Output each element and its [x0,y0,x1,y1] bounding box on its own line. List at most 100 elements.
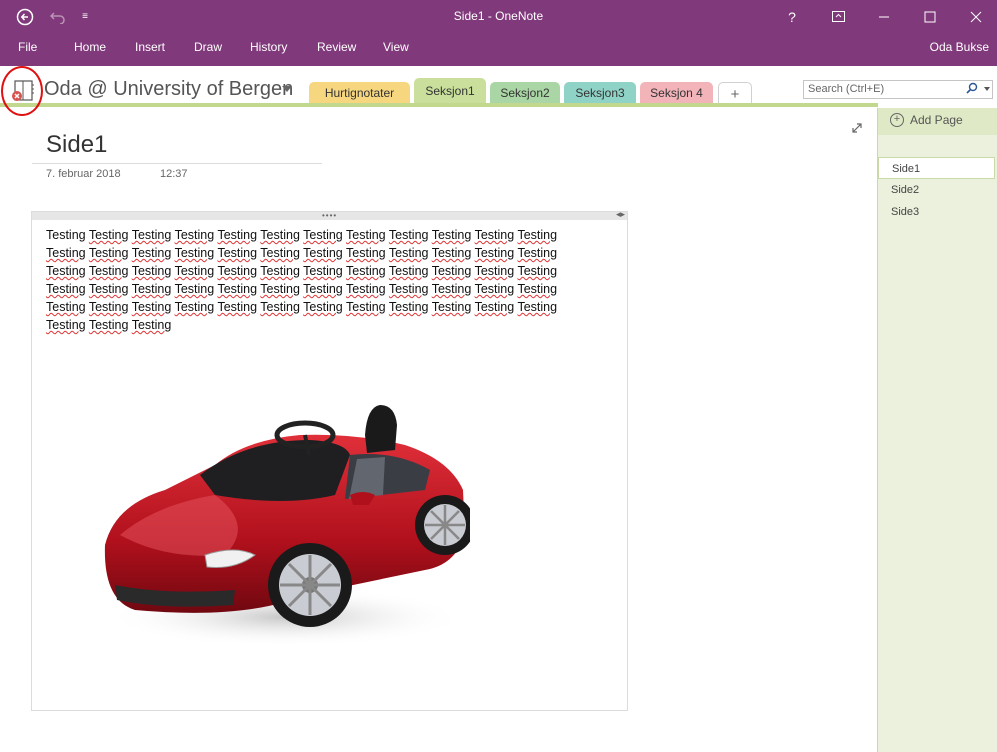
note-word: Testing [217,246,258,260]
note-word: Testing [131,300,172,314]
note-word: Testing [88,300,129,314]
note-word: Testing [431,300,472,314]
maximize-icon[interactable] [910,0,950,33]
note-word: Testing [88,264,129,278]
note-word: Testing [431,264,472,278]
note-word: Testing [46,300,86,314]
close-icon[interactable] [956,0,996,33]
tab-home[interactable]: Home [74,40,106,54]
tab-draw[interactable]: Draw [194,40,222,54]
search-input[interactable]: Search (Ctrl+E) [803,80,993,99]
note-word: Testing [303,246,343,260]
note-word: Testing [474,264,515,278]
tab-seksjon2[interactable]: Seksjon2 [490,82,560,104]
note-word: Testing [346,300,386,314]
note-word: Testing [517,300,558,314]
expand-icon[interactable] [851,122,863,134]
car-image [104,405,470,647]
note-word: Testing [88,246,129,260]
note-word: Testing [303,228,343,242]
page-list-pane: + Add Page Side1 Side2 Side3 [877,108,997,752]
add-page-label: Add Page [910,113,963,127]
title-bar: ≡ Side1 - OneNote ? [0,0,997,33]
page-time: 12:37 [160,168,188,180]
note-word: Testing [474,300,515,314]
note-word: Testing [260,264,300,278]
note-word: Testing [88,228,129,242]
note-word: Testing [174,264,215,278]
notebook-name[interactable]: Oda @ University of Bergen [44,78,293,101]
tab-seksjon3[interactable]: Seksjon3 [564,82,636,104]
note-word: Testing [174,246,215,260]
note-word: Testing [217,228,258,242]
note-word: Testing [131,282,172,296]
note-word: Testing [131,228,172,242]
note-word: Testing [431,228,472,242]
note-word: Testing [131,264,172,278]
note-word: Testing [217,264,258,278]
add-page-button[interactable]: + Add Page [890,113,963,127]
page-item-side1[interactable]: Side1 [878,157,995,179]
note-word: Testing [217,300,258,314]
notebook-bar: Oda @ University of Bergen Hurtignotater… [0,66,997,108]
note-word: Testing [174,300,215,314]
ribbon-display-icon[interactable] [818,0,858,33]
note-word: Testing [260,228,300,242]
note-word: Testing [346,228,386,242]
note-word: Testing [474,228,515,242]
page-date: 7. februar 2018 [46,168,121,180]
note-word: Testing [131,246,172,260]
note-word: Testing [174,282,215,296]
note-word: Testing [431,246,472,260]
help-icon[interactable]: ? [772,0,812,33]
note-word: Testing [388,264,429,278]
note-word: Testing [517,264,558,278]
tab-view[interactable]: View [383,40,409,54]
note-word: Testing [346,264,386,278]
note-word: Testing [46,282,86,296]
ribbon-tabs: File Home Insert Draw History Review Vie… [0,33,997,66]
minimize-icon[interactable] [864,0,904,33]
section-color-bar [0,103,878,107]
user-name[interactable]: Oda Bukse [930,40,989,54]
note-word: Testing [346,282,386,296]
note-text[interactable]: Testing Testing Testing Testing Testing … [46,226,611,334]
page-item-side2[interactable]: Side2 [878,179,995,201]
add-page-icon: + [890,113,904,127]
drag-handle-icon[interactable]: •••• [322,211,337,220]
page-item-side3[interactable]: Side3 [878,201,995,223]
note-word: Testing [431,282,472,296]
note-word: Testing [517,246,558,260]
tab-hurtignotater[interactable]: Hurtignotater [309,82,410,104]
page-title[interactable]: Side1 [46,131,107,159]
note-word: Testing [303,300,343,314]
note-word: Testing [260,300,300,314]
note-word: Testing [46,228,86,242]
note-word: Testing [346,246,386,260]
note-word: Testing [131,318,172,332]
note-word: Testing [46,264,86,278]
tab-seksjon-4[interactable]: Seksjon 4 [640,82,713,104]
note-word: Testing [388,300,429,314]
title-divider [32,163,322,164]
note-word: Testing [517,228,558,242]
note-word: Testing [474,282,515,296]
tab-insert[interactable]: Insert [135,40,165,54]
tab-history[interactable]: History [250,40,287,54]
note-word: Testing [174,228,215,242]
note-word: Testing [260,246,300,260]
note-word: Testing [260,282,300,296]
tab-seksjon1[interactable]: Seksjon1 [414,78,486,104]
note-word: Testing [46,246,86,260]
note-word: Testing [88,318,129,332]
notebook-dropdown-icon[interactable] [282,86,292,92]
search-scope-dropdown-icon[interactable] [984,87,990,91]
note-word: Testing [303,282,343,296]
tab-file[interactable]: File [18,40,37,54]
tab-review[interactable]: Review [317,40,356,54]
note-word: Testing [217,282,258,296]
search-icon[interactable] [966,82,978,94]
resize-handle-icon[interactable]: ◂▸ [616,209,625,220]
note-word: Testing [388,282,429,296]
note-word: Testing [388,246,429,260]
